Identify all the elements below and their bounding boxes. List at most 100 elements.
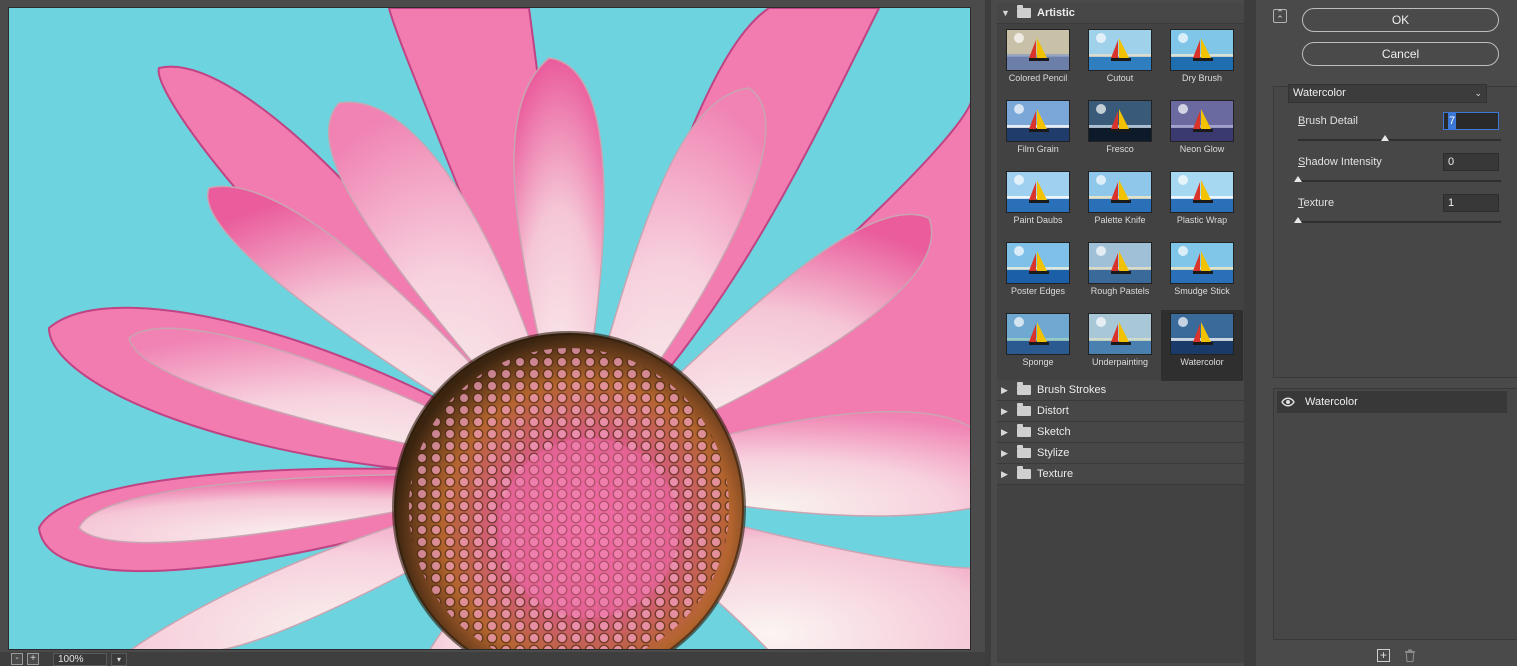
filter-thumbnail-label: Underpainting: [1091, 357, 1149, 367]
param-label: Texture: [1298, 197, 1334, 209]
zoom-in-button[interactable]: +: [27, 653, 39, 665]
filter-thumbnail-poster-edges[interactable]: Poster Edges: [997, 239, 1079, 310]
eye-icon[interactable]: [1281, 397, 1295, 407]
new-effect-layer-icon[interactable]: +: [1377, 649, 1390, 662]
preview-area: [0, 0, 985, 666]
filter-thumbnail-sponge[interactable]: Sponge: [997, 310, 1079, 381]
category-distort[interactable]: ▶ Distort: [997, 401, 1244, 422]
param-slider[interactable]: [1294, 217, 1501, 223]
triangle-right-icon: ▶: [1001, 384, 1008, 395]
folder-icon: [1017, 403, 1031, 416]
chevron-down-icon: ⌄: [1474, 88, 1482, 98]
filter-thumbnail-label: Poster Edges: [1010, 286, 1066, 296]
category-label: Brush Strokes: [1037, 384, 1107, 396]
filter-thumbnail-palette-knife[interactable]: Palette Knife: [1079, 168, 1161, 239]
param-value-field[interactable]: 0: [1443, 153, 1499, 171]
param-label-text: rush Detail: [1305, 115, 1358, 127]
filter-thumbnail-dry-brush[interactable]: Dry Brush: [1161, 26, 1243, 97]
effect-layer-label: Watercolor: [1305, 396, 1358, 408]
category-label: Sketch: [1037, 426, 1071, 438]
filter-thumbnail-paint-daubs[interactable]: Paint Daubs: [997, 168, 1079, 239]
filter-select-value: Watercolor: [1293, 87, 1346, 99]
sailboat-thumbnail-image: [1006, 100, 1070, 142]
filter-thumbnail-fresco[interactable]: Fresco: [1079, 97, 1161, 168]
category-stylize[interactable]: ▶ Stylize: [997, 443, 1244, 464]
param-label-text: hadow Intensity: [1305, 156, 1382, 168]
filter-thumbnail-label: Dry Brush: [1181, 73, 1222, 83]
category-brush-strokes[interactable]: ▶ Brush Strokes: [997, 380, 1244, 401]
triangle-right-icon: ▶: [1001, 426, 1008, 437]
slider-knob[interactable]: [1381, 135, 1390, 141]
slider-knob[interactable]: [1294, 176, 1302, 182]
sailboat-thumbnail-image: [1170, 171, 1234, 213]
param-slider[interactable]: [1298, 135, 1501, 141]
filter-thumbnail-label: Plastic Wrap: [1176, 215, 1228, 225]
category-texture[interactable]: ▶ Texture: [997, 464, 1244, 485]
category-sketch[interactable]: ▶ Sketch: [997, 422, 1244, 443]
filter-thumbnail-rough-pastels[interactable]: Rough Pastels: [1079, 239, 1161, 310]
filter-thumbnail-label: Cutout: [1106, 73, 1134, 83]
filter-thumbnail-label: Palette Knife: [1094, 215, 1146, 225]
watercolor-flower-image: [9, 8, 970, 649]
param-value-field[interactable]: 7: [1443, 112, 1499, 130]
preview-scrollbar[interactable]: [985, 0, 991, 666]
filter-thumbnail-label: Watercolor: [1180, 357, 1224, 367]
sailboat-thumbnail-image: [1088, 29, 1152, 71]
filter-thumbnail-label: Colored Pencil: [1008, 73, 1068, 83]
chevron-down-icon[interactable]: ▾: [111, 652, 127, 666]
effect-layers-box: [1273, 388, 1517, 640]
gallery-scrollbar[interactable]: [1244, 0, 1256, 666]
param-label: Shadow Intensity: [1298, 156, 1382, 168]
ok-button[interactable]: OK: [1302, 8, 1499, 32]
sailboat-thumbnail-image: [1170, 100, 1234, 142]
folder-icon: [1017, 5, 1031, 18]
filter-select[interactable]: Watercolor ⌄: [1288, 84, 1487, 103]
sailboat-thumbnail-image: [1088, 100, 1152, 142]
category-label: Distort: [1037, 405, 1069, 417]
filter-thumbnail-label: Smudge Stick: [1174, 286, 1230, 296]
param-value-field[interactable]: 1: [1443, 194, 1499, 212]
slider-knob[interactable]: [1294, 217, 1302, 223]
filter-thumbnail-label: Sponge: [1022, 357, 1054, 367]
sailboat-thumbnail-image: [1006, 313, 1070, 355]
trash-icon[interactable]: [1404, 649, 1416, 662]
filter-thumbnail-colored-pencil[interactable]: Colored Pencil: [997, 26, 1079, 97]
filter-thumbnail-film-grain[interactable]: Film Grain: [997, 97, 1079, 168]
param-label: Brush Detail: [1298, 115, 1358, 127]
filter-thumbnail-watercolor[interactable]: Watercolor: [1161, 310, 1243, 381]
filter-thumbnail-neon-glow[interactable]: Neon Glow: [1161, 97, 1243, 168]
filter-thumbnail-cutout[interactable]: Cutout: [1079, 26, 1161, 97]
effect-layer-row[interactable]: Watercolor: [1277, 391, 1507, 413]
preview-image[interactable]: [8, 7, 971, 650]
category-label: Stylize: [1037, 447, 1070, 459]
sailboat-thumbnail-image: [1170, 242, 1234, 284]
zoom-bar: - + 100% ▾: [0, 652, 985, 666]
sailboat-thumbnail-image: [1170, 313, 1234, 355]
param-value: 1: [1448, 197, 1455, 209]
zoom-level-field[interactable]: 100%: [53, 652, 107, 666]
category-artistic[interactable]: ▼ Artistic: [997, 3, 1244, 24]
filter-thumbnail-plastic-wrap[interactable]: Plastic Wrap: [1161, 168, 1243, 239]
folder-icon: [1017, 466, 1031, 479]
sailboat-thumbnail-image: [1006, 242, 1070, 284]
sailboat-thumbnail-image: [1006, 171, 1070, 213]
param-value: 0: [1448, 156, 1455, 168]
sailboat-thumbnail-image: [1088, 313, 1152, 355]
cancel-button[interactable]: Cancel: [1302, 42, 1499, 66]
folder-icon: [1017, 382, 1031, 395]
category-label: Texture: [1037, 468, 1074, 480]
filter-thumbnail-grid: Colored Pencil Cutout Dry Brush Film Grain F…: [997, 24, 1244, 381]
sailboat-thumbnail-image: [1088, 242, 1152, 284]
param-slider[interactable]: [1294, 176, 1501, 182]
filter-thumbnail-label: Fresco: [1106, 144, 1134, 154]
collapse-gallery-icon[interactable]: ⌃ ⌃: [1273, 9, 1287, 24]
filter-thumbnail-smudge-stick[interactable]: Smudge Stick: [1161, 239, 1243, 310]
sailboat-thumbnail-image: [1170, 29, 1234, 71]
folder-icon: [1017, 424, 1031, 437]
triangle-down-icon: ▼: [1001, 8, 1010, 18]
filter-thumbnail-underpainting[interactable]: Underpainting: [1079, 310, 1161, 381]
zoom-out-button[interactable]: -: [11, 653, 23, 665]
triangle-right-icon: ▶: [1001, 447, 1008, 458]
sailboat-thumbnail-image: [1006, 29, 1070, 71]
category-label: Artistic: [1037, 7, 1075, 19]
